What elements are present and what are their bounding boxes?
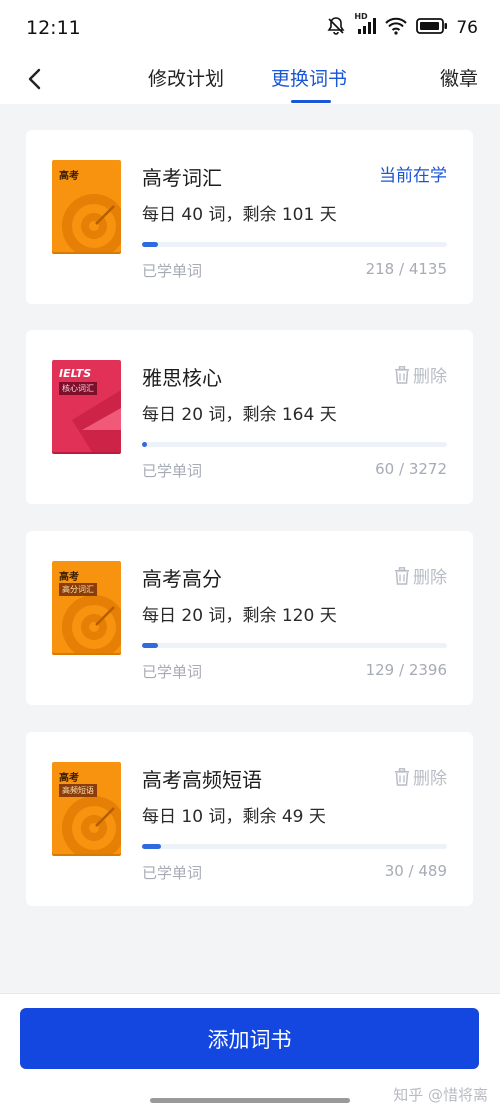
learned-label: 已学单词 [142,262,203,280]
signal-icon: HD [354,12,377,40]
learned-label: 已学单词 [142,462,203,480]
back-button[interactable] [18,62,52,96]
current-learning-badge[interactable]: 当前在学 [379,161,447,186]
book-card[interactable]: 高考 高频短语 高考高频短语 删除 每日 10 词，剩余 49 天 已学单词 3… [26,732,473,906]
learned-count: 218 / 4135 [365,260,447,278]
delete-label: 删除 [413,568,447,588]
cover-tag: 核心词汇 [59,382,97,395]
learned-label: 已学单词 [142,663,203,681]
delete-label: 删除 [413,367,447,387]
progress-fill [142,242,159,247]
progress-bar [142,442,447,447]
book-title: 高考高分 [142,567,222,591]
active-tab-indicator [291,100,331,103]
progress-bar [142,643,447,648]
learned-label: 已学单词 [142,864,203,882]
learned-count: 30 / 489 [384,862,447,880]
cover-title: IELTS [59,367,92,380]
study-plan: 每日 20 词，剩余 120 天 [142,606,337,626]
progress-fill [142,844,161,849]
learned-count: 60 / 3272 [375,460,447,478]
book-title: 高考高频短语 [142,768,262,792]
progress-fill [142,643,159,648]
bottom-bar: 添加词书 知乎 @惜将离 [0,993,500,1112]
cover-tag: 高分词汇 [59,583,97,596]
delete-button[interactable]: 删除 [394,563,447,588]
book-cover: 高考 高频短语 [52,762,121,854]
status-time: 12:11 [26,17,81,39]
add-book-button[interactable]: 添加词书 [20,1008,479,1069]
home-indicator[interactable] [150,1098,350,1103]
book-card[interactable]: IELTS 核心词汇 雅思核心 删除 每日 20 词，剩余 164 天 已学单词… [26,330,473,504]
trash-icon [395,566,409,585]
book-card[interactable]: 高考 高考词汇 当前在学 每日 40 词，剩余 101 天 已学单词 218 /… [26,130,473,304]
battery-icon [416,17,448,39]
tab-modify-plan[interactable]: 修改计划 [148,64,224,91]
book-cover: 高考 高分词汇 [52,561,121,653]
cover-tag: 高频短语 [59,784,97,797]
wifi-icon [384,16,408,40]
cover-title: 高考 [59,572,79,583]
study-plan: 每日 40 词，剩余 101 天 [142,205,337,225]
trash-icon [395,767,409,786]
delete-label: 删除 [413,769,447,789]
book-title: 雅思核心 [142,366,222,390]
cover-title: 高考 [59,171,79,182]
hd-label: HD [354,12,368,21]
tab-change-book[interactable]: 更换词书 [271,64,347,91]
chevron-left-icon [28,68,41,90]
battery-level: 76 [456,18,478,38]
learned-count: 129 / 2396 [365,661,447,679]
progress-fill [142,442,148,447]
tab-badges[interactable]: 徽章 [440,64,478,91]
book-card[interactable]: 高考 高分词汇 高考高分 删除 每日 20 词，剩余 120 天 已学单词 12… [26,531,473,705]
book-title: 高考词汇 [142,166,222,190]
trash-icon [395,365,409,384]
bell-muted-icon [326,16,346,40]
status-bar: 12:11 HD 76 [0,0,500,56]
delete-button[interactable]: 删除 [394,764,447,789]
book-cover: 高考 [52,160,121,252]
book-cover: IELTS 核心词汇 [52,360,121,452]
status-icons: HD 76 [326,12,478,42]
cover-title: 高考 [59,773,79,784]
delete-button[interactable]: 删除 [394,362,447,387]
watermark: 知乎 @惜将离 [393,1086,488,1104]
study-plan: 每日 10 词，剩余 49 天 [142,807,326,827]
progress-bar [142,242,447,247]
study-plan: 每日 20 词，剩余 164 天 [142,405,337,425]
progress-bar [142,844,447,849]
top-nav: 修改计划 更换词书 徽章 [0,56,500,104]
